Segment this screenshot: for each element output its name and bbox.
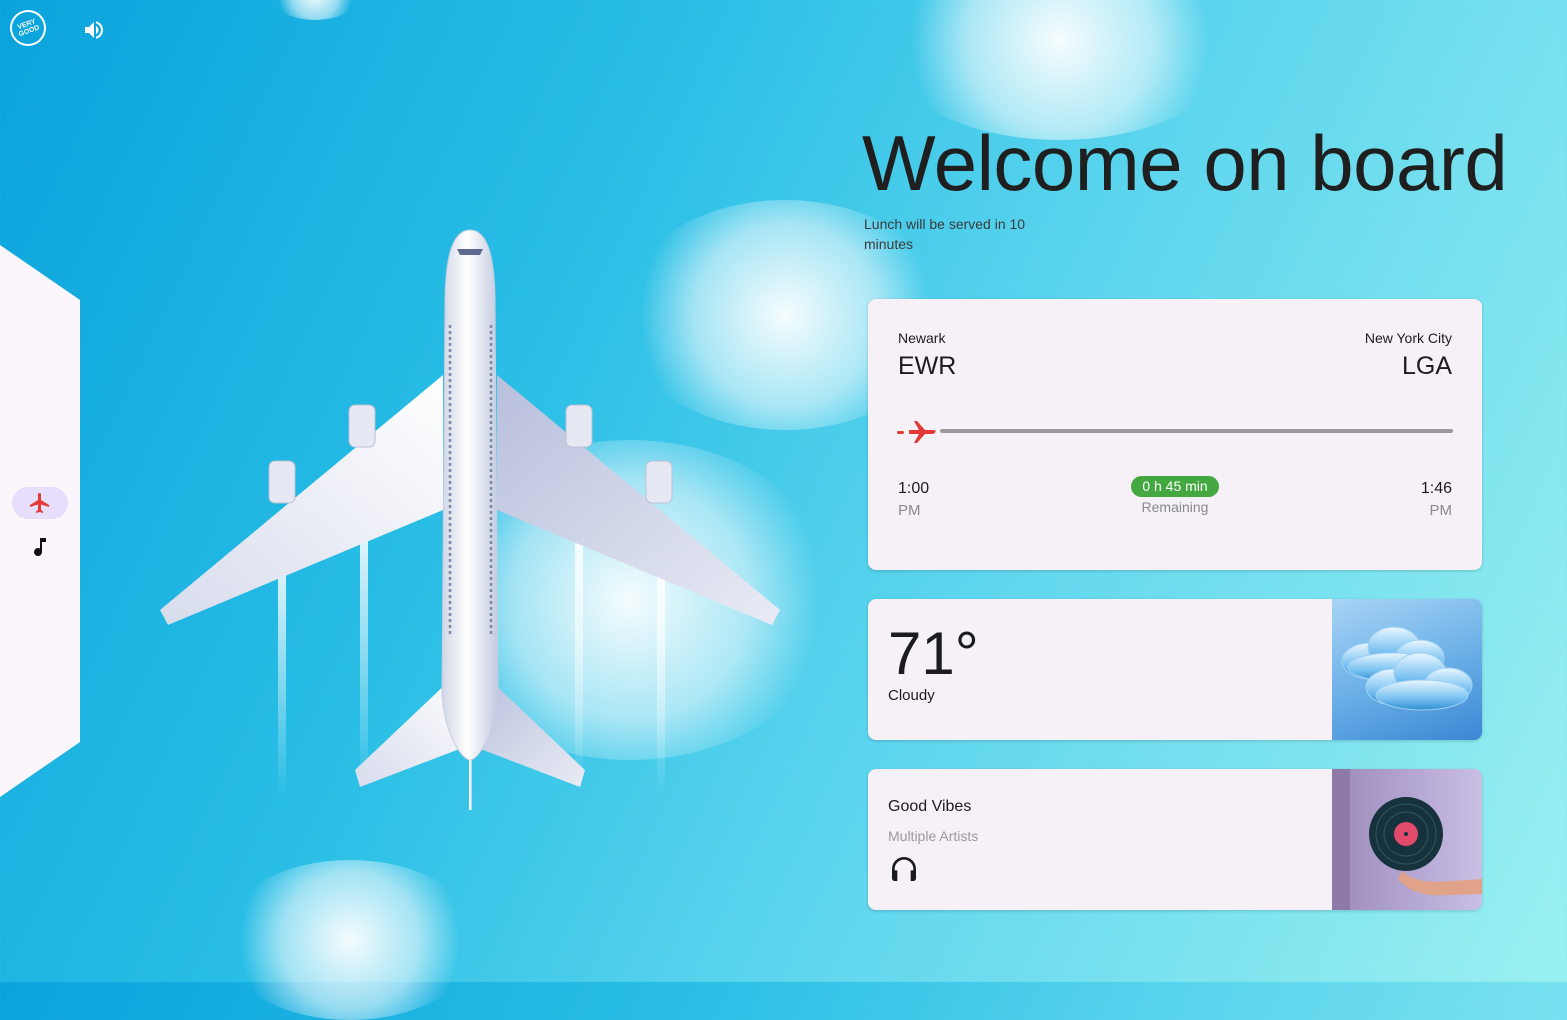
flight-progress-marker <box>896 419 938 445</box>
departure-time: 1:00 <box>898 480 930 497</box>
bg-cloud <box>220 860 480 1020</box>
origin-code: EWR <box>898 352 957 380</box>
song-title: Good Vibes <box>888 798 972 815</box>
duration-badge: 0 h 45 min <box>1131 476 1219 497</box>
volume-up-icon <box>85 21 103 39</box>
weather-card[interactable]: 71° Cloudy <box>868 599 1482 740</box>
flight-progress-track <box>940 429 1453 433</box>
arrival-ampm: PM <box>1429 502 1453 519</box>
temperature: 71° <box>888 620 979 687</box>
bg-cloud <box>270 0 360 20</box>
nav-item-flight[interactable] <box>12 487 68 519</box>
airplane-icon <box>30 493 49 513</box>
vinyl-record-image <box>1332 769 1482 910</box>
flight-card[interactable]: Newark EWR New York City LGA 1:00 PM 0 h… <box>868 299 1482 570</box>
song-artist: Multiple Artists <box>888 828 979 844</box>
headphones-button[interactable] <box>888 853 920 885</box>
nav-rail <box>0 245 80 797</box>
music-card[interactable]: Good Vibes Multiple Artists <box>868 769 1482 910</box>
welcome-subtitle: Lunch will be served in 10 minutes <box>864 216 1026 252</box>
nav-item-music[interactable] <box>12 531 68 563</box>
music-note-icon <box>34 538 46 557</box>
headphones-icon <box>892 857 916 881</box>
arrival-time: 1:46 <box>1420 480 1452 497</box>
remaining-label: Remaining <box>1141 499 1209 515</box>
origin-city: Newark <box>898 330 946 346</box>
very-good-logo: VERY GOOD <box>4 4 52 52</box>
departure-ampm: PM <box>898 502 921 519</box>
destination-code: LGA <box>1401 352 1452 380</box>
weather-condition: Cloudy <box>888 687 935 704</box>
cloudy-weather-image <box>1332 599 1482 740</box>
destination-city: New York City <box>1364 330 1452 346</box>
airplane-progress-icon <box>897 421 936 443</box>
volume-button[interactable] <box>82 18 106 42</box>
airplane-illustration <box>150 225 790 815</box>
page-title: Welcome on board <box>862 119 1508 207</box>
